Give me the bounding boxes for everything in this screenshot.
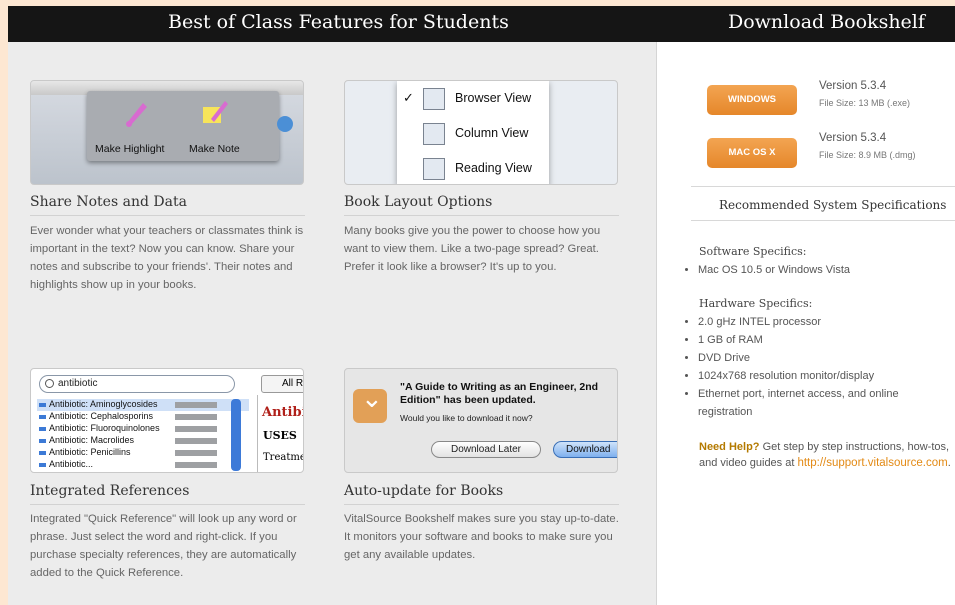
divider <box>691 220 955 221</box>
features-heading: Best of Class Features for Students <box>168 11 509 33</box>
list-item: DVD Drive <box>698 349 951 367</box>
mac-download-button[interactable]: MAC OS X <box>707 138 797 168</box>
hardware-heading: Hardware Specifics: <box>699 297 813 310</box>
update-dialog-title: "A Guide to Writing as an Engineer, 2nd … <box>400 381 599 406</box>
download-heading: Download Bookshelf <box>728 11 925 33</box>
column-view-icon <box>423 123 445 145</box>
software-heading: Software Specifics: <box>699 245 807 258</box>
share-notes-screenshot: Make Highlight Make Note <box>30 80 304 185</box>
references-title: Integrated References <box>30 483 190 499</box>
auto-update-description: VitalSource Bookshelf makes sure you sta… <box>344 513 619 561</box>
references-description: Integrated "Quick Reference" will look u… <box>30 513 297 579</box>
annotation-popup: Make Highlight Make Note <box>87 91 279 161</box>
divider <box>344 504 619 505</box>
checkmark-icon: ✓ <box>403 90 414 105</box>
download-now-button: Download <box>553 441 617 458</box>
layout-options-title: Book Layout Options <box>344 194 493 210</box>
browser-view-icon <box>423 88 445 110</box>
list-item: Antibiotic... <box>37 459 249 471</box>
software-list: Mac OS 10.5 or Windows Vista <box>681 261 951 279</box>
entry-uses: USES <box>263 429 297 442</box>
search-icon <box>45 379 54 388</box>
list-item: Antibiotic: Penicillins <box>37 447 249 459</box>
layout-options-description: Many books give you the power to choose … <box>344 225 601 273</box>
windows-version: Version 5.3.4 <box>819 80 887 92</box>
help-end: . <box>947 457 951 469</box>
divider <box>30 215 305 216</box>
search-value: antibiotic <box>58 378 98 389</box>
results-list: Antibiotic: Aminoglycosides Antibiotic: … <box>37 399 249 471</box>
search-field: antibiotic <box>39 375 235 393</box>
support-link[interactable]: http://support.vitalsource.com <box>797 457 947 469</box>
download-later-button: Download Later <box>431 441 541 458</box>
entry-heading: Antibioti <box>262 405 303 420</box>
list-item: 1 GB of RAM <box>698 331 951 349</box>
entry-treatment: Treatment o <box>263 452 303 463</box>
highlighter-icon <box>126 103 147 127</box>
menu-item-reading-view: Reading View <box>397 153 549 184</box>
share-notes-title: Share Notes and Data <box>30 194 187 210</box>
back-icon <box>277 116 293 132</box>
help-text: Need Help? Get step by step instructions… <box>699 439 955 471</box>
browser-view-label: Browser View <box>455 91 532 105</box>
reading-view-label: Reading View <box>455 161 532 175</box>
scrollbar <box>231 399 241 471</box>
divider <box>691 186 955 187</box>
download-panel: WINDOWS Version 5.3.4 File Size: 13 MB (… <box>656 42 955 605</box>
references-screenshot: antibiotic All R Antibiotic: Aminoglycos… <box>30 368 304 473</box>
share-notes-description: Ever wonder what your teachers or classm… <box>30 225 304 291</box>
list-item: Antibiotic: Aminoglycosides <box>37 399 249 411</box>
windows-file-size: File Size: 13 MB (.exe) <box>819 98 911 108</box>
divider <box>30 504 305 505</box>
download-arrow-icon <box>353 383 387 423</box>
view-menu: ✓ Browser View Column View Reading View <box>397 81 549 184</box>
list-item: Mac OS 10.5 or Windows Vista <box>698 261 951 279</box>
column-view-label: Column View <box>455 126 529 140</box>
auto-update-title: Auto-update for Books <box>344 483 504 499</box>
list-item: Antibiotic: Macrolides <box>37 435 249 447</box>
windows-download-button[interactable]: WINDOWS <box>707 85 797 115</box>
layout-options-screenshot: ✓ Browser View Column View Reading View <box>344 80 618 185</box>
list-item: 2.0 gHz INTEL processor <box>698 313 951 331</box>
list-item: Antibiotic: Fluoroquinolones <box>37 423 249 435</box>
features-panel: Make Highlight Make Note Share Notes and… <box>8 42 656 605</box>
note-icon <box>203 101 228 123</box>
mac-file-size: File Size: 8.9 MB (.dmg) <box>819 150 916 160</box>
list-item: Ethernet port, internet access, and onli… <box>698 385 951 421</box>
reference-entry: Antibioti USES Treatment o <box>257 395 303 472</box>
reading-view-icon <box>423 158 445 180</box>
need-help-label: Need Help? <box>699 441 760 453</box>
make-note-label: Make Note <box>189 143 240 155</box>
specs-heading: Recommended System Specifications <box>719 198 947 212</box>
header-bar: Best of Class Features for Students Down… <box>8 6 955 42</box>
auto-update-screenshot: "A Guide to Writing as an Engineer, 2nd … <box>344 368 618 473</box>
menu-item-browser-view: ✓ Browser View <box>397 83 549 115</box>
menu-item-column-view: Column View <box>397 118 549 150</box>
divider <box>344 215 619 216</box>
mac-version: Version 5.3.4 <box>819 132 887 144</box>
list-item: 1024x768 resolution monitor/display <box>698 367 951 385</box>
make-highlight-label: Make Highlight <box>95 143 165 155</box>
page-frame: Best of Class Features for Students Down… <box>8 6 955 605</box>
all-references-button: All R <box>261 375 303 393</box>
list-item: Antibiotic: Cephalosporins <box>37 411 249 423</box>
update-dialog-question: Would you like to download it now? <box>400 413 533 423</box>
hardware-list: 2.0 gHz INTEL processor 1 GB of RAM DVD … <box>681 313 951 421</box>
